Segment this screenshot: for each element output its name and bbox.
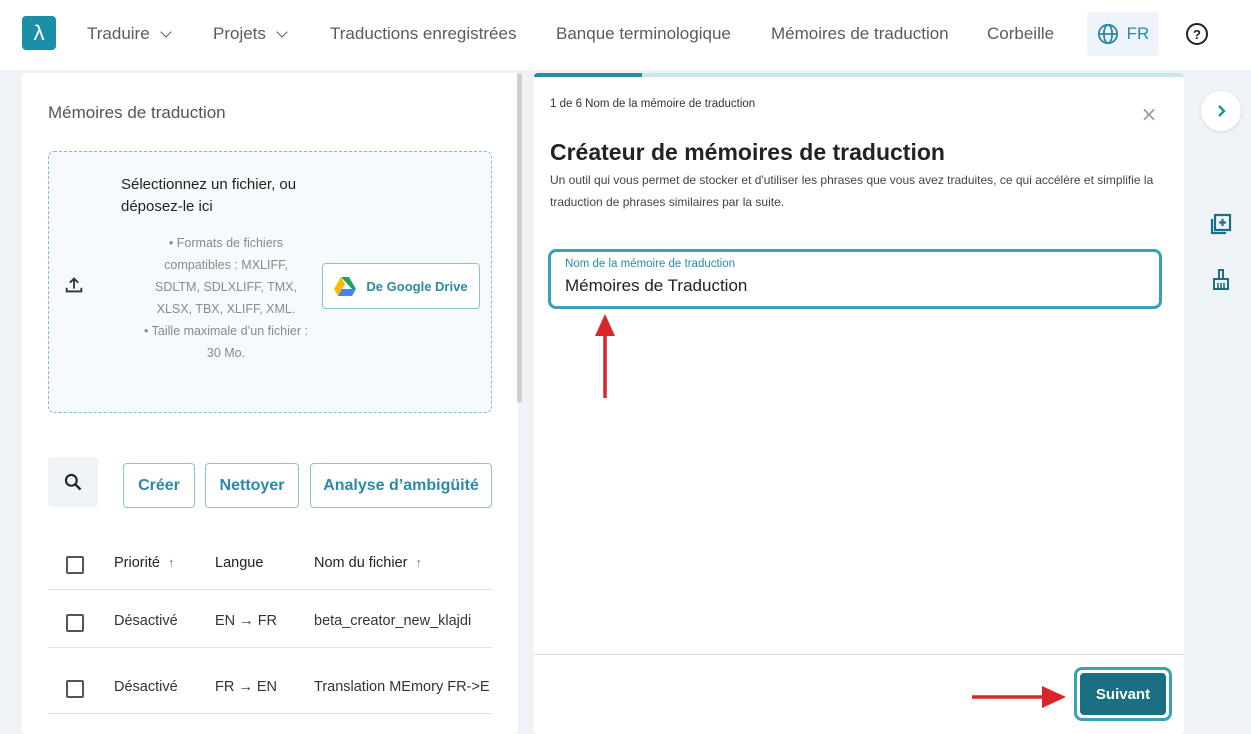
language-code: FR	[1126, 24, 1150, 43]
app-logo[interactable]: λ	[22, 16, 56, 50]
clean-button[interactable]: Nettoyer	[205, 463, 299, 508]
nav-item-traduire[interactable]: Traduire	[87, 24, 172, 44]
nav-item-memoires-de-traduction[interactable]: Mémoires de traduction	[771, 24, 949, 44]
wizard-description: Un outil qui vous permet de stocker et d…	[550, 173, 1154, 209]
annotation-arrow-right	[972, 686, 1066, 708]
search-icon	[64, 473, 82, 491]
dropzone-title: Sélectionnez un fichier, ou déposez-le i…	[121, 176, 297, 215]
right-side-rail	[1193, 70, 1251, 734]
upload-icon	[65, 277, 83, 293]
tm-name-label: Nom de la mémoire de traduction	[565, 258, 736, 270]
language-selector[interactable]: FR	[1087, 12, 1159, 56]
row-language: EN → FR	[215, 613, 278, 629]
sort-arrow-icon: ↑	[415, 555, 422, 570]
header-language: Langue	[215, 555, 264, 571]
dropzone-info-size: • Taille maximale d’un fichier : 30 Mo.	[144, 324, 308, 360]
panel-title: Mémoires de traduction	[48, 103, 226, 122]
search-button[interactable]	[48, 457, 98, 507]
row-priority: Désactivé	[114, 679, 178, 695]
nav-item-label: Traductions enregistrées	[330, 24, 517, 43]
wizard-progress-track	[534, 73, 1184, 77]
rail-toggle-button[interactable]	[1201, 91, 1241, 131]
translation-memories-panel: Mémoires de traduction Sélectionnez un f…	[22, 73, 518, 734]
tm-name-input[interactable]	[565, 276, 1145, 296]
tm-creator-wizard: 1 de 6 Nom de la mémoire de traduction ×…	[534, 73, 1184, 734]
dropzone-info-formats: • Formats de fichiers compatibles : MXLI…	[155, 236, 297, 316]
wizard-step-label: 1 de 6 Nom de la mémoire de traduction	[550, 98, 756, 110]
create-button[interactable]: Créer	[123, 463, 195, 508]
nav-item-banque-terminologique[interactable]: Banque terminologique	[556, 24, 731, 44]
row-filename: beta_creator_new_klajdi	[314, 613, 472, 629]
size-text: Taille maximale d’un fichier : 30 Mo.	[151, 324, 308, 360]
chevron-right-icon	[1218, 105, 1226, 117]
next-button-label: Suivant	[1080, 673, 1166, 715]
nav-item-label: Projets	[213, 24, 266, 43]
nav-item-label: Corbeille	[987, 24, 1055, 43]
row-filename: Translation MEmory FR->E	[314, 679, 490, 695]
ambiguity-analysis-button[interactable]: Analyse d’ambigüité	[310, 463, 492, 508]
header-filename[interactable]: Nom du fichier ↑	[314, 555, 422, 571]
row-checkbox[interactable]	[66, 680, 84, 698]
nav-item-traductions-enregistrees[interactable]: Traductions enregistrées	[330, 24, 516, 44]
globe-icon	[1097, 23, 1118, 45]
logo-glyph: λ	[33, 21, 45, 45]
google-drive-icon	[334, 276, 357, 296]
add-box-icon[interactable]	[1209, 212, 1233, 236]
header-priority[interactable]: Priorité ↑	[114, 555, 174, 571]
chevron-down-icon	[160, 25, 172, 38]
table-header: Priorité ↑ Langue Nom du fichier ↑	[48, 540, 492, 590]
top-navigation-bar: λ Traduire Projets Traductions enregistr…	[0, 0, 1251, 70]
row-priority: Désactivé	[114, 613, 178, 629]
header-label: Nom du fichier	[314, 555, 408, 571]
table-row[interactable]: Désactivé FR → EN Translation MEmory FR-…	[48, 664, 492, 714]
nav-item-label: Banque terminologique	[556, 24, 731, 43]
select-all-checkbox[interactable]	[66, 556, 84, 574]
broom-icon[interactable]	[1209, 268, 1233, 292]
row-checkbox[interactable]	[66, 614, 84, 632]
wizard-footer-divider	[534, 654, 1184, 655]
table-row[interactable]: Désactivé EN → FR beta_creator_new_klajd…	[48, 598, 492, 648]
row-language: FR → EN	[215, 679, 278, 695]
tm-name-field[interactable]: Nom de la mémoire de traduction	[548, 249, 1162, 309]
help-glyph: ?	[1193, 26, 1201, 42]
wizard-title: Créateur de mémoires de traduction	[550, 139, 945, 165]
annotation-arrow-up	[595, 314, 615, 398]
sort-arrow-icon: ↑	[167, 555, 175, 570]
chevron-down-icon	[276, 25, 288, 38]
help-circle-icon[interactable]: ?	[1186, 23, 1208, 45]
google-drive-label: De Google Drive	[366, 278, 468, 294]
next-button[interactable]: Suivant	[1074, 667, 1172, 721]
left-panel-scrollbar[interactable]	[517, 73, 522, 403]
google-drive-button[interactable]: De Google Drive	[322, 263, 480, 309]
nav-item-projets[interactable]: Projets	[213, 24, 288, 44]
header-label: Priorité	[114, 555, 160, 571]
nav-item-label: Mémoires de traduction	[771, 24, 949, 43]
formats-text: Formats de fichiers compatibles : MXLIFF…	[155, 236, 297, 316]
dropzone-info: • Formats de fichiers compatibles : MXLI…	[141, 232, 311, 364]
file-dropzone[interactable]: Sélectionnez un fichier, ou déposez-le i…	[48, 151, 492, 413]
close-icon[interactable]: ×	[1138, 102, 1160, 126]
wizard-progress-fill	[534, 73, 643, 77]
nav-item-label: Traduire	[87, 24, 150, 43]
nav-item-corbeille[interactable]: Corbeille	[987, 24, 1054, 44]
